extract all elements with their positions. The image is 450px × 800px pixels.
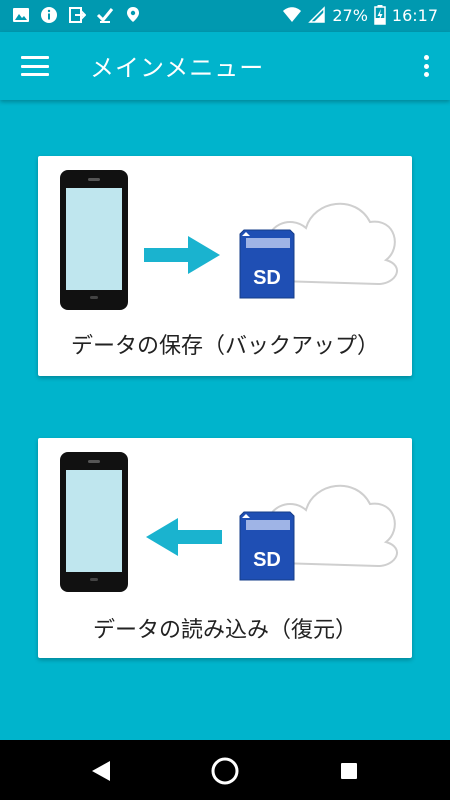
sd-card-icon: SD — [239, 229, 295, 299]
exit-app-icon — [69, 7, 86, 23]
sd-label: SD — [253, 549, 281, 571]
battery-percent: 27% — [332, 5, 368, 25]
recents-icon[interactable] — [332, 754, 366, 788]
system-status: 27% 16:17 — [282, 5, 438, 25]
location-pin-icon — [127, 7, 139, 22]
restore-card[interactable]: SD データの読み込み（復元） — [38, 438, 412, 658]
app-bar: メインメニュー — [0, 32, 450, 100]
wifi-icon — [283, 7, 302, 22]
check-notification-icon — [96, 8, 114, 23]
smartphone-icon — [60, 170, 128, 310]
restore-illustration: SD — [60, 452, 398, 592]
back-icon[interactable] — [84, 754, 118, 788]
page-title: メインメニュー — [90, 54, 265, 82]
system-navigation-bar — [0, 740, 450, 800]
clock: 16:17 — [391, 5, 438, 25]
restore-label: データの読み込み（復元） — [92, 618, 357, 643]
notification-icons — [12, 6, 142, 24]
sd-card-icon: SD — [239, 511, 295, 581]
arrow-left-icon — [146, 518, 222, 556]
overflow-menu-icon[interactable] — [418, 52, 434, 80]
cellular-signal-icon — [308, 6, 326, 23]
home-icon[interactable] — [208, 754, 242, 788]
hamburger-menu-icon[interactable] — [18, 52, 52, 80]
backup-illustration: SD — [60, 170, 398, 310]
backup-card[interactable]: SD データの保存（バックアップ） — [38, 156, 412, 376]
status-bar: 27% 16:17 — [0, 0, 450, 32]
sd-label: SD — [253, 267, 281, 289]
image-notification-icon — [13, 8, 29, 22]
backup-label: データの保存（バックアップ） — [70, 334, 379, 359]
arrow-right-icon — [144, 236, 220, 274]
battery-charging-icon — [374, 5, 386, 25]
info-icon — [41, 7, 57, 23]
smartphone-icon — [60, 452, 128, 592]
